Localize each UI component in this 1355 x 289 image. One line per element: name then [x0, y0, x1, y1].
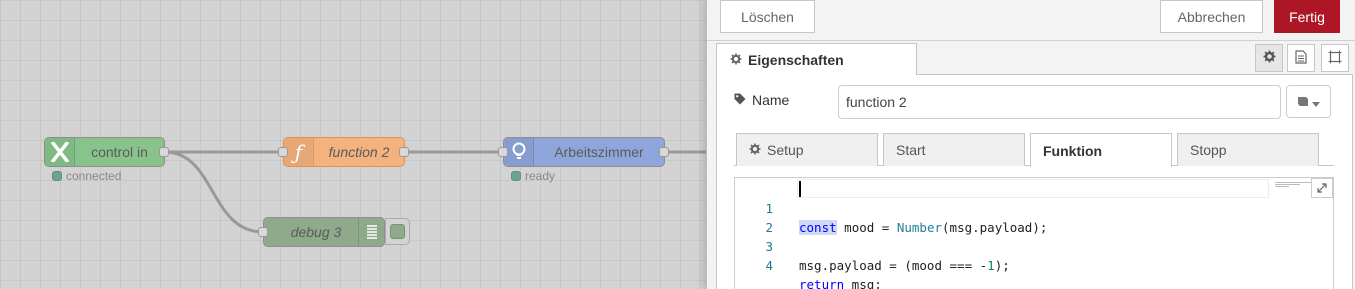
- tab-label: Setup: [767, 142, 804, 158]
- status-text: connected: [66, 169, 122, 183]
- icon-picker-button[interactable]: [1286, 85, 1331, 118]
- done-button[interactable]: Fertig: [1274, 0, 1340, 33]
- delete-button[interactable]: Löschen: [720, 0, 815, 33]
- output-port[interactable]: [159, 147, 169, 157]
- minimap[interactable]: [1275, 182, 1311, 188]
- appearance-icon-button[interactable]: [1321, 44, 1349, 72]
- settings-icon-button[interactable]: [1255, 44, 1283, 72]
- tab-label: Funktion: [1043, 142, 1103, 159]
- tab-function[interactable]: Funktion: [1030, 133, 1172, 167]
- status-dot-icon: [52, 171, 62, 181]
- gear-icon: [749, 142, 761, 158]
- tab-setup[interactable]: Setup: [736, 133, 878, 166]
- name-label: Name: [734, 92, 789, 108]
- frame-icon: [1328, 50, 1342, 67]
- debug-toggle-button[interactable]: [385, 218, 410, 245]
- status-text: ready: [525, 169, 556, 183]
- code-line: 2: [735, 199, 1333, 235]
- code-line: 3 msg.payload = (mood === -1);: [735, 218, 1333, 273]
- node-status: connected: [52, 169, 121, 183]
- list-icon: [358, 218, 384, 246]
- node-control-in[interactable]: control in: [44, 137, 165, 167]
- code-text: msg.payload = (mood === -1);: [799, 258, 1010, 273]
- expand-editor-button[interactable]: [1311, 178, 1333, 198]
- node-function-2[interactable]: ƒ function 2: [283, 137, 405, 167]
- tab-stop[interactable]: Stopp: [1177, 133, 1319, 166]
- expand-icon: [1317, 180, 1327, 196]
- code-line: 4 return msg;: [735, 237, 1333, 289]
- function-icon: ƒ: [284, 138, 314, 166]
- tab-label: Stopp: [1190, 142, 1227, 158]
- name-label-text: Name: [752, 92, 790, 108]
- tag-icon: [734, 92, 746, 108]
- name-input[interactable]: [838, 85, 1281, 119]
- code-line: 1 const mood = Number(msg.payload);: [735, 180, 1333, 235]
- status-dot-icon: [511, 171, 521, 181]
- node-label: function 2: [328, 144, 390, 160]
- output-port[interactable]: [659, 147, 669, 157]
- gear-icon: [1263, 50, 1276, 66]
- line-number: 4: [765, 258, 773, 273]
- caret-down-icon: [1312, 94, 1320, 110]
- gear-icon: [730, 52, 742, 68]
- tab-properties[interactable]: Eigenschaften: [716, 43, 917, 75]
- input-port[interactable]: [498, 147, 508, 157]
- flow-workspace[interactable]: control in connected ƒ function 2 Arbeit…: [0, 0, 706, 289]
- header-divider: [707, 40, 1355, 41]
- node-label: Arbeitszimmer: [554, 144, 644, 160]
- lightbulb-icon: [504, 138, 534, 166]
- book-icon: [1297, 94, 1309, 110]
- node-status: ready: [511, 169, 555, 183]
- output-port[interactable]: [399, 147, 409, 157]
- node-arbeitszimmer[interactable]: Arbeitszimmer: [503, 137, 665, 167]
- input-port[interactable]: [258, 227, 268, 237]
- cancel-button[interactable]: Abbrechen: [1160, 0, 1263, 33]
- input-port[interactable]: [278, 147, 288, 157]
- tab-label: Eigenschaften: [748, 51, 844, 68]
- tab-label: Start: [896, 142, 926, 158]
- node-debug-3[interactable]: debug 3: [263, 217, 385, 247]
- x-icon: [45, 138, 75, 166]
- edit-tray: Löschen Abbrechen Fertig Eigenschaften N…: [706, 0, 1355, 289]
- code-text: return msg;: [799, 277, 882, 289]
- description-icon-button[interactable]: [1287, 44, 1315, 72]
- code-editor[interactable]: 1 const mood = Number(msg.payload); 2 3 …: [734, 177, 1334, 289]
- text-cursor: [799, 181, 801, 197]
- node-label: debug 3: [290, 224, 342, 240]
- document-icon: [1295, 49, 1307, 67]
- tab-start[interactable]: Start: [883, 133, 1025, 166]
- node-label: control in: [91, 144, 148, 160]
